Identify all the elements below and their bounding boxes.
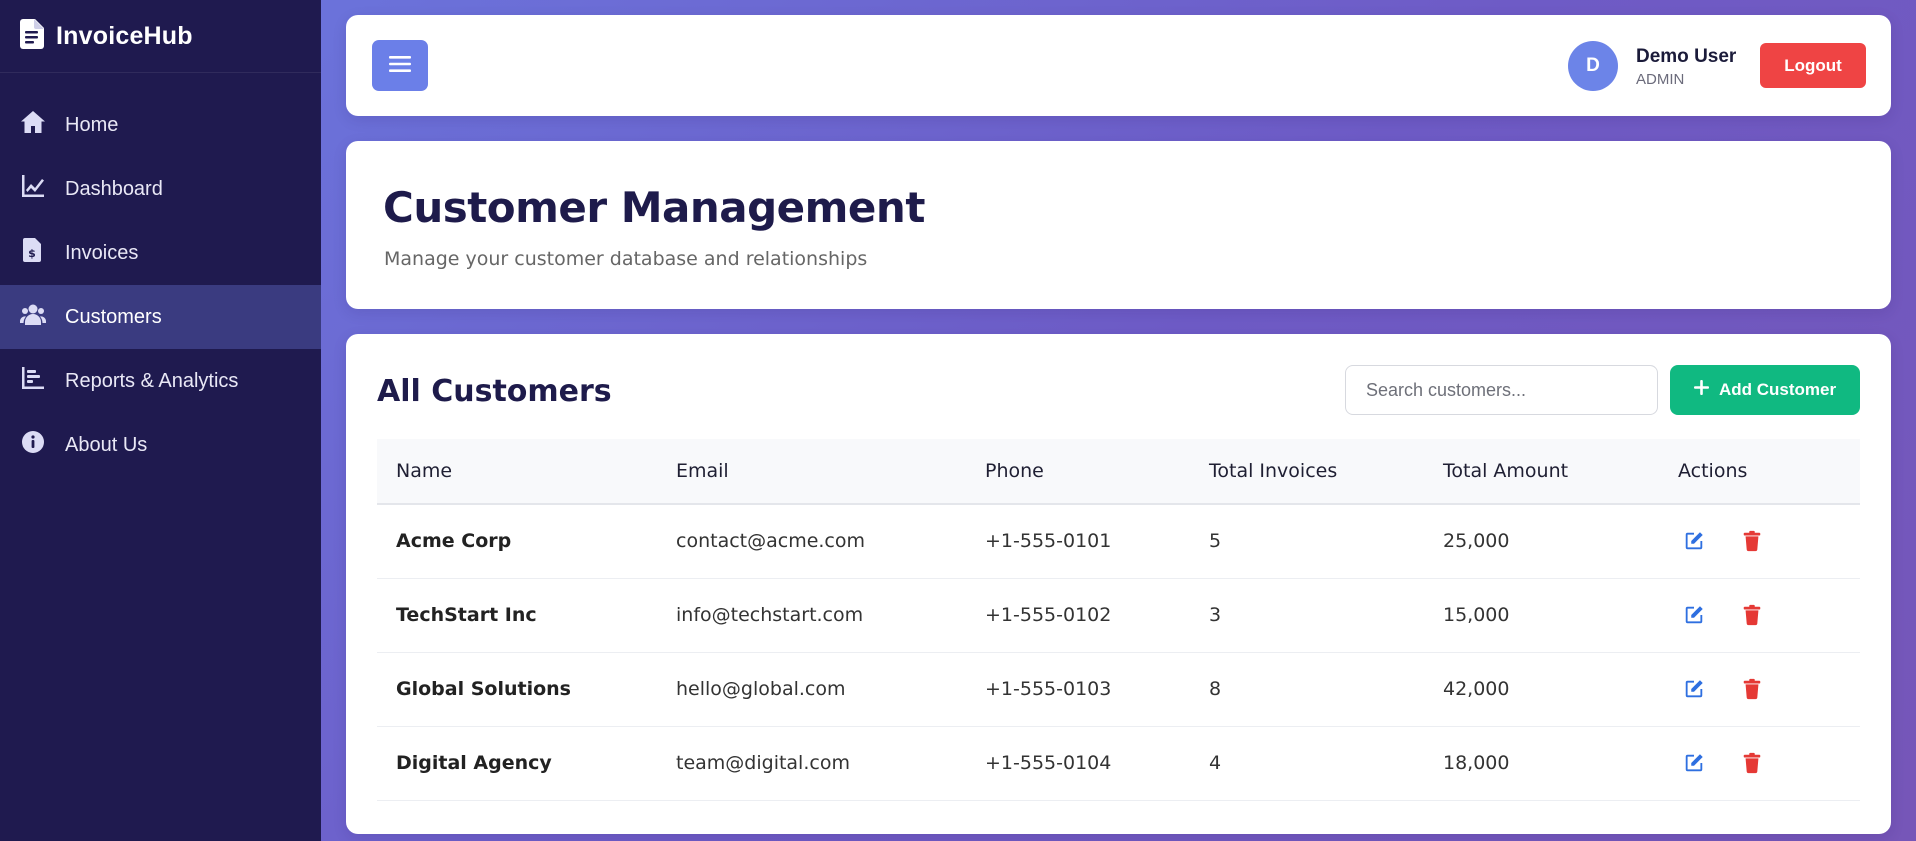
page-subtitle: Manage your customer database and relati… xyxy=(384,248,868,270)
sidebar-item-customers[interactable]: Customers xyxy=(0,285,321,349)
app-name: InvoiceHub xyxy=(56,21,193,50)
customers-title: All Customers xyxy=(377,374,612,409)
sidebar-item-about[interactable]: About Us xyxy=(0,413,321,477)
column-header-total-amount[interactable]: Total Amount xyxy=(1424,439,1659,504)
plus-icon xyxy=(1693,380,1709,400)
user-role: ADMIN xyxy=(1636,71,1685,88)
column-header-name[interactable]: Name xyxy=(377,439,657,504)
customers-card: All Customers Add Customer Name Email Ph… xyxy=(346,334,1891,834)
edit-icon[interactable] xyxy=(1681,528,1707,554)
customer-phone: +1-555-0103 xyxy=(985,678,1112,700)
table-row: Global Solutions hello@global.com +1-555… xyxy=(377,652,1860,726)
sidebar-item-label: Home xyxy=(65,113,119,136)
customer-email: info@techstart.com xyxy=(676,604,864,626)
edit-icon[interactable] xyxy=(1681,676,1707,702)
customer-phone: +1-555-0104 xyxy=(985,752,1112,774)
users-icon xyxy=(20,301,65,333)
customer-name: Global Solutions xyxy=(396,678,571,700)
home-icon xyxy=(20,109,65,141)
page-title: Customer Management xyxy=(383,183,925,232)
table-row: Acme Corp contact@acme.com +1-555-0101 5… xyxy=(377,504,1860,578)
customer-total-amount: 25,000 xyxy=(1443,530,1510,553)
row-actions xyxy=(1659,578,1860,652)
page-header: Customer Management Manage your customer… xyxy=(346,141,1891,309)
info-icon xyxy=(20,429,65,461)
sidebar-item-invoices[interactable]: $ Invoices xyxy=(0,221,321,285)
add-customer-button[interactable]: Add Customer xyxy=(1670,365,1860,415)
customer-phone: +1-555-0101 xyxy=(985,530,1112,553)
column-header-actions: Actions xyxy=(1678,460,1748,482)
bar-chart-icon xyxy=(20,365,65,397)
row-actions xyxy=(1659,726,1860,800)
customer-total-invoices: 8 xyxy=(1209,678,1222,700)
brand[interactable]: InvoiceHub xyxy=(0,0,321,73)
row-actions xyxy=(1659,504,1860,578)
customer-total-amount: 15,000 xyxy=(1443,604,1510,626)
column-header-total-invoices[interactable]: Total Invoices xyxy=(1190,439,1424,504)
avatar[interactable]: D xyxy=(1568,41,1618,91)
hamburger-icon xyxy=(389,54,411,77)
chart-line-icon xyxy=(20,173,65,205)
invoice-icon: $ xyxy=(20,237,65,269)
customer-total-invoices: 5 xyxy=(1209,530,1222,553)
customer-total-invoices: 4 xyxy=(1209,752,1222,774)
customer-phone: +1-555-0102 xyxy=(985,604,1112,626)
edit-icon[interactable] xyxy=(1681,750,1707,776)
sidebar-item-label: Customers xyxy=(65,305,162,328)
sidebar-item-label: Invoices xyxy=(65,241,139,264)
top-bar: D Demo User ADMIN Logout xyxy=(346,15,1891,116)
trash-icon[interactable] xyxy=(1739,750,1765,776)
customer-name: TechStart Inc xyxy=(396,604,537,626)
column-header-phone[interactable]: Phone xyxy=(966,439,1190,504)
trash-icon[interactable] xyxy=(1739,602,1765,628)
sidebar-item-reports[interactable]: Reports & Analytics xyxy=(0,349,321,413)
trash-icon[interactable] xyxy=(1739,528,1765,554)
customer-email: team@digital.com xyxy=(676,752,850,774)
search-input[interactable] xyxy=(1345,365,1658,415)
customers-table: Name Email Phone Total Invoices Total Am… xyxy=(377,439,1860,801)
user-name: Demo User xyxy=(1636,46,1737,67)
sidebar-item-label: Reports & Analytics xyxy=(65,369,239,392)
add-customer-label: Add Customer xyxy=(1718,380,1837,399)
sidebar-item-label: About Us xyxy=(65,433,148,456)
customer-total-invoices: 3 xyxy=(1209,604,1222,626)
invoice-logo-icon xyxy=(20,18,56,54)
svg-text:$: $ xyxy=(28,247,36,260)
customer-email: contact@acme.com xyxy=(676,530,866,553)
table-row: TechStart Inc info@techstart.com +1-555-… xyxy=(377,578,1860,652)
sidebar-item-home[interactable]: Home xyxy=(0,93,321,157)
menu-toggle-button[interactable] xyxy=(372,40,428,91)
table-row: Digital Agency team@digital.com +1-555-0… xyxy=(377,726,1860,800)
sidebar: InvoiceHub Home Dashboard $ Invoices Cus… xyxy=(0,0,321,841)
sidebar-item-dashboard[interactable]: Dashboard xyxy=(0,157,321,221)
customer-name: Acme Corp xyxy=(396,530,512,553)
trash-icon[interactable] xyxy=(1739,676,1765,702)
customer-name: Digital Agency xyxy=(396,752,552,774)
table-header-row: Name Email Phone Total Invoices Total Am… xyxy=(377,439,1860,504)
row-actions xyxy=(1659,652,1860,726)
column-header-email[interactable]: Email xyxy=(657,439,966,504)
sidebar-nav: Home Dashboard $ Invoices Customers Repo… xyxy=(0,93,321,477)
customer-total-amount: 42,000 xyxy=(1443,678,1510,700)
logout-button[interactable]: Logout xyxy=(1760,43,1866,88)
customer-email: hello@global.com xyxy=(676,678,846,700)
edit-icon[interactable] xyxy=(1681,602,1707,628)
sidebar-item-label: Dashboard xyxy=(65,177,163,200)
customer-total-amount: 18,000 xyxy=(1443,752,1510,774)
